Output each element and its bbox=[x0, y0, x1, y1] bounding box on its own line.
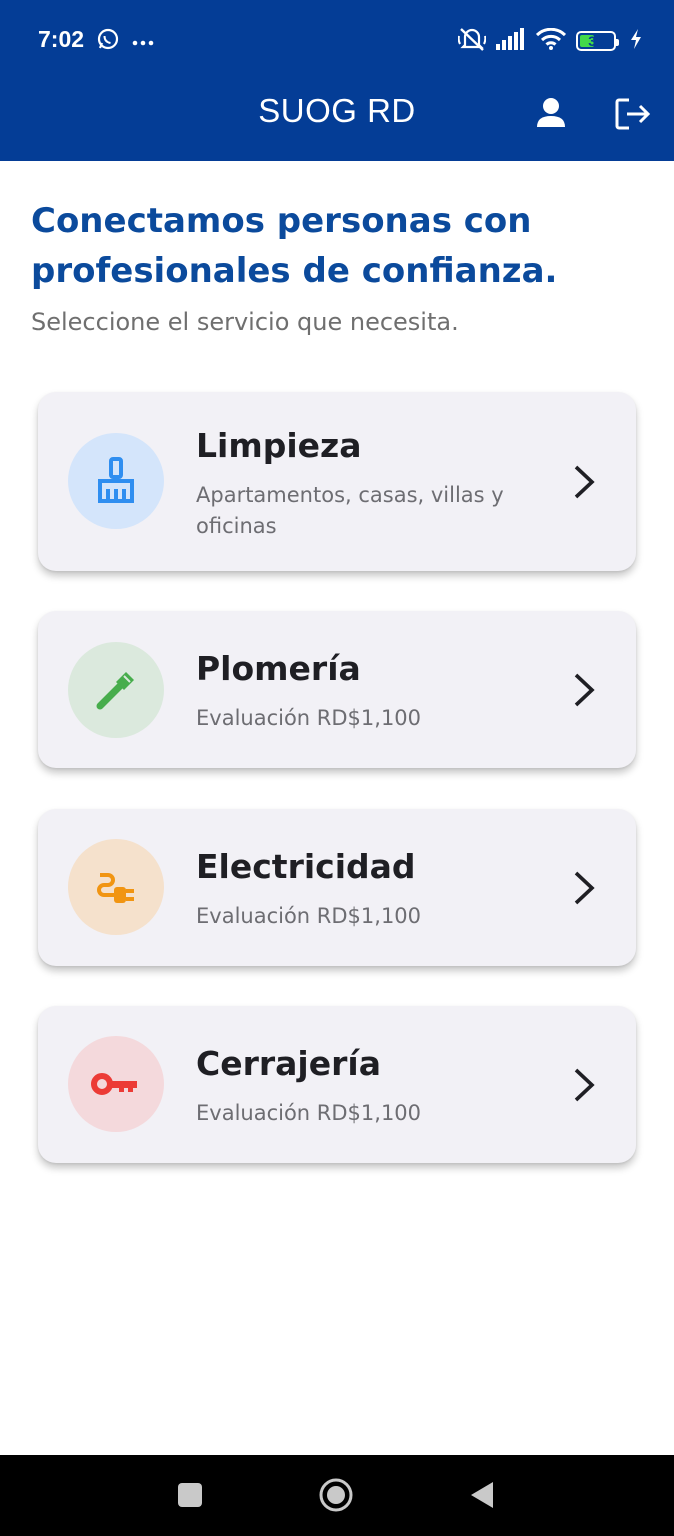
plug-icon bbox=[97, 873, 134, 903]
app-top-bar: 7:02 39 SUOG RD bbox=[0, 0, 674, 161]
service-card-electricidad[interactable]: Electricidad Evaluación RD$1,100 bbox=[38, 809, 636, 966]
service-card-plomeria[interactable]: Plomería Evaluación RD$1,100 bbox=[38, 611, 636, 768]
service-title: Limpieza bbox=[196, 426, 362, 465]
service-icon-circle bbox=[68, 839, 164, 935]
service-card-cerrajeria[interactable]: Cerrajería Evaluación RD$1,100 bbox=[38, 1006, 636, 1163]
logout-button[interactable] bbox=[612, 94, 654, 134]
page-subtitle: Seleccione el servicio que necesita. bbox=[31, 308, 459, 336]
key-icon bbox=[91, 1073, 137, 1095]
service-subtitle: Apartamentos, casas, villas y oficinas bbox=[196, 483, 504, 538]
chevron-right-icon bbox=[574, 871, 595, 905]
service-title: Cerrajería bbox=[196, 1044, 381, 1083]
recents-button[interactable] bbox=[170, 1475, 210, 1515]
whatsapp-icon bbox=[96, 27, 120, 55]
charging-icon bbox=[630, 29, 642, 53]
logout-icon bbox=[615, 98, 651, 130]
more-icon bbox=[132, 32, 154, 51]
service-subtitle: Evaluación RD$1,100 bbox=[196, 904, 422, 928]
app-title: SUOG RD bbox=[258, 92, 416, 129]
home-button[interactable] bbox=[316, 1475, 356, 1515]
back-icon bbox=[471, 1482, 493, 1508]
service-icon-circle bbox=[68, 1036, 164, 1132]
silent-icon bbox=[457, 26, 487, 56]
service-title: Plomería bbox=[196, 649, 361, 688]
status-left-icons bbox=[96, 27, 154, 55]
chevron-right-icon bbox=[574, 673, 595, 707]
wifi-icon bbox=[535, 27, 567, 54]
wrench-icon bbox=[96, 672, 134, 710]
service-subtitle: Evaluación RD$1,100 bbox=[196, 706, 422, 730]
back-button[interactable] bbox=[462, 1475, 502, 1515]
battery-level: 39 bbox=[588, 33, 604, 49]
service-subtitle: Evaluación RD$1,100 bbox=[196, 1101, 422, 1125]
service-icon-circle bbox=[68, 642, 164, 738]
status-time: 7:02 bbox=[38, 26, 85, 52]
system-nav-bar bbox=[0, 1455, 674, 1536]
profile-button[interactable] bbox=[530, 94, 572, 134]
home-icon bbox=[319, 1478, 353, 1512]
battery-icon: 39 bbox=[576, 31, 619, 51]
page-headline: Conectamos personas con profesionales de… bbox=[31, 201, 558, 291]
service-icon-circle bbox=[68, 433, 164, 529]
broom-icon bbox=[98, 457, 134, 503]
chevron-right-icon bbox=[574, 465, 595, 499]
profile-icon bbox=[537, 98, 565, 127]
service-title: Electricidad bbox=[196, 847, 416, 886]
chevron-right-icon bbox=[574, 1068, 595, 1102]
signal-icon bbox=[496, 28, 526, 54]
status-right-icons: 39 bbox=[457, 26, 642, 56]
service-card-limpieza[interactable]: Limpieza Apartamentos, casas, villas y o… bbox=[38, 392, 636, 571]
recents-icon bbox=[178, 1483, 202, 1507]
